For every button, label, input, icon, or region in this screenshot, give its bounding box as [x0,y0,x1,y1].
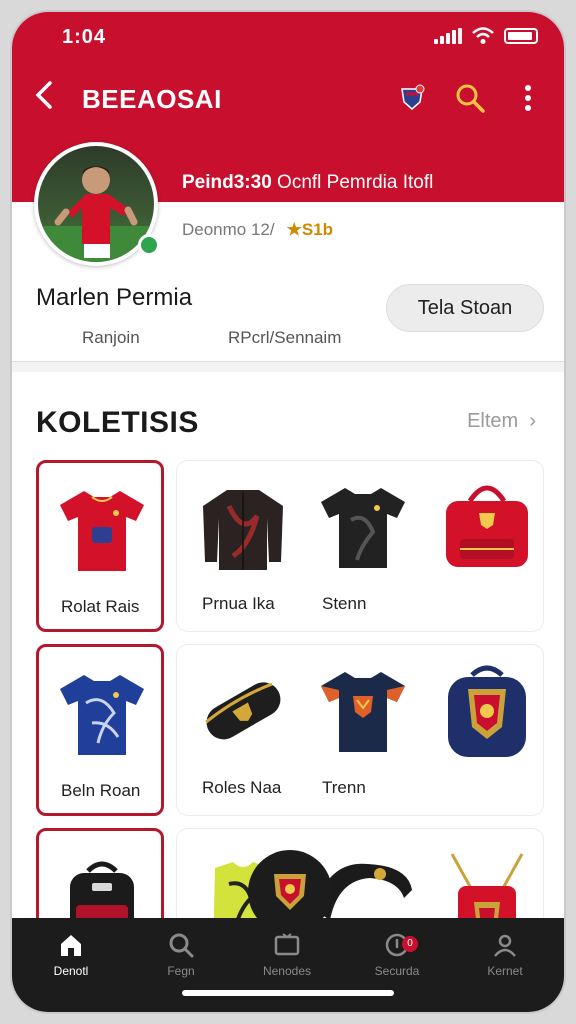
collection-item[interactable]: Roles Naa [180,644,308,816]
nav-home[interactable]: Denotl [26,930,116,978]
black-jersey-image [321,487,405,568]
rating-value: S1b [301,220,334,239]
home-indicator[interactable] [182,990,394,996]
back-chevron-icon[interactable] [32,78,56,118]
phone-screen: 1:04 BEEAOSAI Peind3:30 Ocnfl Pemrdia It… [12,12,564,1012]
search-button[interactable] [450,78,490,118]
follow-button[interactable]: Tela Stoan [386,284,544,332]
red-bag-image [446,485,528,567]
see-all-link[interactable]: Eltem › [467,410,536,433]
profile-icon [494,934,516,957]
search-icon [456,84,485,113]
nav-label: Fegn [167,964,195,978]
crest-backpack-image [448,665,526,757]
collection-item[interactable]: Beln Roan [36,644,164,816]
nav-label: Nenodes [262,964,312,978]
collection-item[interactable]: Trenn [300,644,428,816]
profile-stat-line: Peind3:30 Ocnfl Pemrdia Itofl [182,172,433,194]
club-shield-icon [401,84,425,110]
see-all-label: Eltem [467,410,519,432]
home-icon [61,935,81,956]
wifi-icon [472,27,494,44]
collection-item[interactable]: Prnua Ika [180,460,308,632]
jacket-image [203,489,283,570]
club-crest-icon [274,874,306,910]
collection-item[interactable]: Rolat Rais [36,460,164,632]
nav-label: Kernet [487,964,523,978]
more-options-button[interactable] [508,78,548,118]
collection-item[interactable] [424,644,552,816]
profile-stat-strong: Peind3:30 [182,172,272,193]
app-title: BEEAOSAI [82,84,222,114]
battery-icon [504,28,538,44]
nav-label: Denotl [53,964,89,978]
collection-row: Beln Roan Roles Naa Trenn [36,644,544,816]
profile-meta-left: Ranjoin [82,328,140,347]
profile-stat-rest: Ocnfl Pemrdia Itofl [277,172,434,193]
tv-icon [274,933,300,956]
search-icon [169,933,194,958]
status-time: 1:04 [62,26,107,48]
profile-sub-text: Deonmo 12/ [182,220,275,239]
player-photo [38,166,154,262]
item-label: Trenn [322,778,366,797]
profile-meta-right: RPcrl/Sennaim [228,328,342,347]
chevron-right-icon: › [523,410,536,432]
pouch-image [205,681,281,739]
app-bar: BEEAOSAI [12,72,564,122]
item-label: Roles Naa [202,778,282,797]
club-badge-button[interactable] [392,78,432,118]
nav-profile[interactable]: Kernet [460,930,550,978]
collection-item[interactable]: Stenn [300,460,428,632]
online-status-dot [138,234,160,256]
item-label: Stenn [322,594,367,613]
nav-label: Securda [374,964,420,978]
collection-section: KOLETISIS Eltem › Rolat Rais Prnua Ika S… [12,372,564,1000]
collection-row: Rolat Rais Prnua Ika Stenn [36,460,544,632]
item-label: Rolat Rais [61,597,140,616]
rating: ★S1b [287,220,333,240]
cellular-signal-icon [434,28,462,44]
blue-jersey-image [60,674,144,755]
nav-search[interactable]: Fegn [136,930,226,978]
bottom-navigation: Denotl Fegn Nenodes 0 Securda Kernet [12,918,564,1012]
status-bar: 1:04 [12,12,564,62]
more-vertical-icon [525,85,531,111]
profile-name: Marlen Permia [36,284,193,311]
nav-notifications[interactable]: 0 Securda [352,930,442,978]
item-label: Prnua Ika [202,594,275,613]
notification-badge: 0 [402,936,418,952]
nav-media[interactable]: Nenodes [242,930,332,978]
profile-sub-line: Deonmo 12/ ★S1b [182,220,333,240]
section-title: KOLETISIS [36,406,199,439]
navy-jersey-image [321,671,405,752]
item-label: Beln Roan [61,781,141,800]
star-icon: ★ [286,220,302,239]
collection-item[interactable] [424,460,552,632]
red-jersey-image [60,490,144,571]
